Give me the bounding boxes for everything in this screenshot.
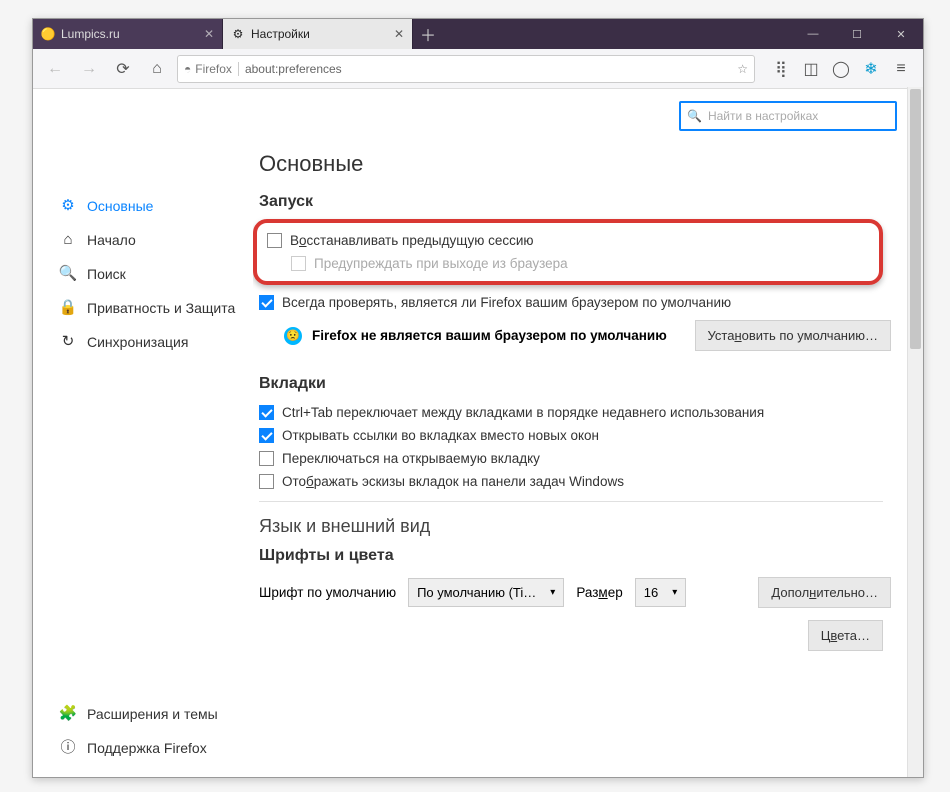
sidebar-item-support[interactable]: ⓘ Поддержка Firefox	[33, 731, 253, 765]
minimize-button[interactable]: —	[791, 19, 835, 49]
main-panel: 🔍 Найти в настройках Основные Запуск Вос…	[253, 89, 923, 777]
font-row: Шрифт по умолчанию По умолчанию (Ti… Раз…	[253, 573, 897, 612]
url-text: about:preferences	[245, 62, 342, 76]
lock-icon: 🔒	[59, 299, 77, 317]
reload-button[interactable]: ⟳	[109, 55, 137, 83]
close-icon[interactable]: ✕	[394, 27, 404, 41]
checkbox-icon	[291, 256, 306, 271]
sidebar-item-privacy[interactable]: 🔒 Приватность и Защита	[33, 291, 253, 325]
gear-icon: ⚙	[59, 197, 77, 215]
checkbox-icon	[267, 233, 282, 248]
checkbox-switch-to-tab[interactable]: Переключаться на открываемую вкладку	[253, 447, 897, 470]
sidebar-item-home[interactable]: ⌂ Начало	[33, 223, 253, 257]
checkbox-label: Переключаться на открываемую вкладку	[282, 451, 540, 466]
size-select[interactable]: 16	[635, 578, 687, 607]
home-button[interactable]: ⌂	[143, 55, 171, 83]
tab-label: Настройки	[251, 27, 310, 41]
checkbox-open-links-tabs[interactable]: Открывать ссылки во вкладках вместо новы…	[253, 424, 897, 447]
checkbox-label: Открывать ссылки во вкладках вместо новы…	[282, 428, 599, 443]
sidebar-item-label: Поддержка Firefox	[87, 740, 207, 756]
sad-face-icon: 😟	[284, 327, 302, 345]
checkbox-icon	[259, 428, 274, 443]
checkbox-taskbar-previews[interactable]: Отображать эскизы вкладок на панели зада…	[253, 470, 897, 493]
search-icon: 🔍	[687, 109, 702, 123]
section-fonts: Шрифты и цвета	[259, 547, 897, 565]
checkbox-label: Восстанавливать предыдущую сессию	[290, 233, 534, 248]
window: 🟡 Lumpics.ru ✕ ⚙ Настройки ✕ ＋ — ☐ ✕ ← →…	[32, 18, 924, 778]
menu-icon[interactable]: ≡	[887, 55, 915, 83]
search-input[interactable]: 🔍 Найти в настройках	[679, 101, 897, 131]
help-icon: ⓘ	[59, 739, 77, 757]
home-icon: ⌂	[59, 231, 77, 249]
checkbox-restore-session[interactable]: Восстанавливать предыдущую сессию	[261, 229, 875, 252]
tab-label: Lumpics.ru	[61, 27, 120, 41]
sidebar-item-label: Начало	[87, 232, 136, 248]
checkbox-icon	[259, 405, 274, 420]
sidebar-item-extensions[interactable]: 🧩 Расширения и темы	[33, 697, 253, 731]
new-tab-button[interactable]: ＋	[413, 19, 443, 49]
account-icon[interactable]: ◯	[827, 55, 855, 83]
checkbox-ctrl-tab[interactable]: Ctrl+Tab переключает между вкладками в п…	[253, 401, 897, 424]
gear-icon: ⚙	[231, 27, 245, 41]
back-button[interactable]: ←	[41, 55, 69, 83]
tab-lumpics[interactable]: 🟡 Lumpics.ru ✕	[33, 19, 223, 49]
search-placeholder: Найти в настройках	[708, 109, 818, 123]
checkbox-warn-quit: Предупреждать при выходе из браузера	[261, 252, 875, 275]
search-icon: 🔍	[59, 265, 77, 283]
close-icon[interactable]: ✕	[204, 27, 214, 41]
tabs-strip: 🟡 Lumpics.ru ✕ ⚙ Настройки ✕ ＋	[33, 19, 791, 49]
sidebar-item-label: Поиск	[87, 266, 126, 282]
tab-settings[interactable]: ⚙ Настройки ✕	[223, 19, 413, 49]
sidebar-item-label: Расширения и темы	[87, 706, 218, 722]
divider	[259, 501, 883, 502]
checkbox-icon	[259, 474, 274, 489]
toolbar: ← → ⟳ ⌂ ◓ Firefox about:preferences ☆ ⢿ …	[33, 49, 923, 89]
puzzle-icon: 🧩	[59, 705, 77, 723]
checkbox-icon	[259, 295, 274, 310]
forward-button[interactable]: →	[75, 55, 103, 83]
advanced-button[interactable]: Дополнительно…	[758, 577, 891, 608]
checkbox-label: Всегда проверять, является ли Firefox ва…	[282, 295, 731, 310]
close-button[interactable]: ✕	[879, 19, 923, 49]
checkbox-label: Ctrl+Tab переключает между вкладками в п…	[282, 405, 764, 420]
section-language: Язык и внешний вид	[259, 516, 897, 537]
maximize-button[interactable]: ☐	[835, 19, 879, 49]
checkbox-label: Предупреждать при выходе из браузера	[314, 256, 568, 271]
sidebar: ⚙ Основные ⌂ Начало 🔍 Поиск 🔒 Приватност…	[33, 89, 253, 777]
titlebar: 🟡 Lumpics.ru ✕ ⚙ Настройки ✕ ＋ — ☐ ✕	[33, 19, 923, 49]
library-icon[interactable]: ⢿	[767, 55, 795, 83]
identity-firefox: ◓ Firefox	[184, 62, 239, 76]
sidebar-icon[interactable]: ◫	[797, 55, 825, 83]
section-tabs: Вкладки	[259, 375, 897, 393]
url-bar[interactable]: ◓ Firefox about:preferences ☆	[177, 55, 755, 83]
checkbox-icon	[259, 451, 274, 466]
content: ⚙ Основные ⌂ Начало 🔍 Поиск 🔒 Приватност…	[33, 89, 923, 777]
scrollbar[interactable]	[907, 87, 923, 777]
favicon-lumpics: 🟡	[41, 27, 55, 41]
page-title: Основные	[253, 151, 897, 177]
sync-icon: ↻	[59, 333, 77, 351]
not-default-text: Firefox не является вашим браузером по у…	[312, 328, 667, 343]
scrollbar-thumb[interactable]	[910, 89, 921, 349]
colors-button[interactable]: Цвета…	[808, 620, 883, 651]
sidebar-item-label: Основные	[87, 198, 153, 214]
size-label: Размер	[576, 585, 622, 600]
section-startup: Запуск	[259, 193, 897, 211]
default-browser-row: 😟 Firefox не является вашим браузером по…	[253, 314, 897, 357]
sidebar-item-sync[interactable]: ↻ Синхронизация	[33, 325, 253, 359]
window-controls: — ☐ ✕	[791, 19, 923, 49]
default-font-label: Шрифт по умолчанию	[259, 585, 396, 600]
checkbox-always-check-default[interactable]: Всегда проверять, является ли Firefox ва…	[253, 291, 897, 314]
font-select[interactable]: По умолчанию (Ti…	[408, 578, 564, 607]
checkbox-label: Отображать эскизы вкладок на панели зада…	[282, 474, 624, 489]
sidebar-item-general[interactable]: ⚙ Основные	[33, 189, 253, 223]
bookmark-star-icon[interactable]: ☆	[737, 62, 748, 76]
sidebar-item-search[interactable]: 🔍 Поиск	[33, 257, 253, 291]
sidebar-item-label: Синхронизация	[87, 334, 188, 350]
extension-icon[interactable]: ❄	[857, 55, 885, 83]
set-default-button[interactable]: Установить по умолчанию…	[695, 320, 891, 351]
highlight-box: Восстанавливать предыдущую сессию Предуп…	[253, 219, 883, 285]
sidebar-item-label: Приватность и Защита	[87, 300, 235, 316]
